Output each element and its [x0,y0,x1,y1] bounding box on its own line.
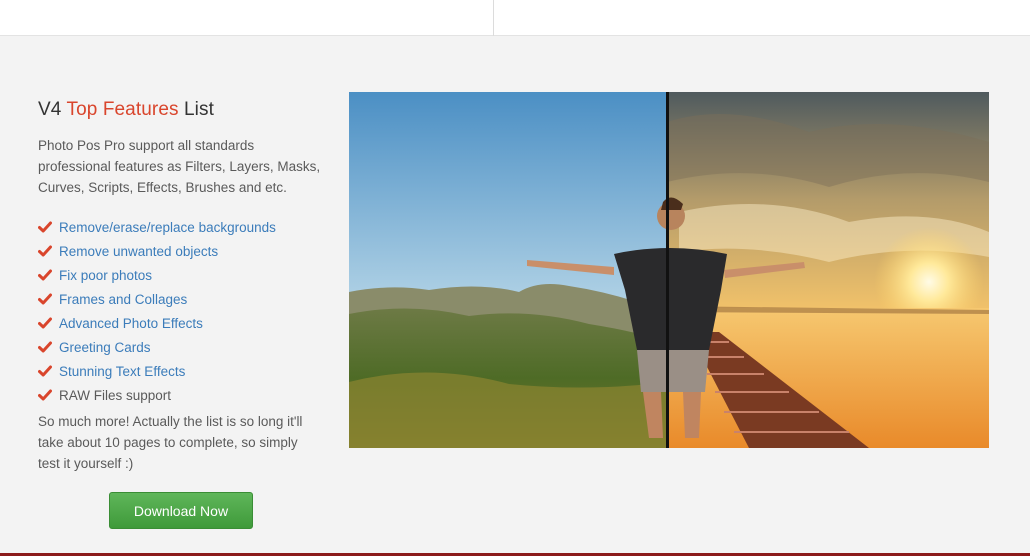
list-item: Stunning Text Effects [38,359,328,383]
check-icon [38,388,52,402]
check-icon [38,316,52,330]
features-outro: So much more! Actually the list is so lo… [38,414,303,471]
feature-link-greeting-cards[interactable]: Greeting Cards [59,340,151,355]
list-item: Fix poor photos [38,263,328,287]
features-heading: V4 Top Features List [38,98,328,122]
list-item: Frames and Collages [38,287,328,311]
check-icon [38,340,52,354]
list-item: Advanced Photo Effects [38,311,328,335]
header-divider [493,0,494,36]
check-icon [38,292,52,306]
feature-link-frames-collages[interactable]: Frames and Collages [59,292,187,307]
list-item: Greeting Cards [38,335,328,359]
feature-link-backgrounds[interactable]: Remove/erase/replace backgrounds [59,220,276,235]
list-item: RAW Files support [38,383,328,407]
features-panel: V4 Top Features List Photo Pos Pro suppo… [38,98,328,474]
features-intro: Photo Pos Pro support all standards prof… [38,138,321,195]
check-icon [38,244,52,258]
heading-accent: Top Features [66,99,179,120]
heading-suffix: List [183,99,214,120]
list-item: Remove/erase/replace backgrounds [38,215,328,239]
before-after-photo [349,92,989,448]
feature-link-photo-effects[interactable]: Advanced Photo Effects [59,316,203,331]
heading-prefix: V4 [38,99,62,120]
feature-link-fix-photos[interactable]: Fix poor photos [59,268,152,283]
list-item: Remove unwanted objects [38,239,328,263]
download-now-button[interactable]: Download Now [109,492,253,529]
check-icon [38,364,52,378]
check-icon [38,220,52,234]
feature-link-remove-objects[interactable]: Remove unwanted objects [59,244,218,259]
check-icon [38,268,52,282]
feature-link-text-effects[interactable]: Stunning Text Effects [59,364,185,379]
feature-raw-support: RAW Files support [59,387,172,403]
top-header-strip [0,0,1030,36]
feature-list: Remove/erase/replace backgrounds Remove … [38,215,328,407]
